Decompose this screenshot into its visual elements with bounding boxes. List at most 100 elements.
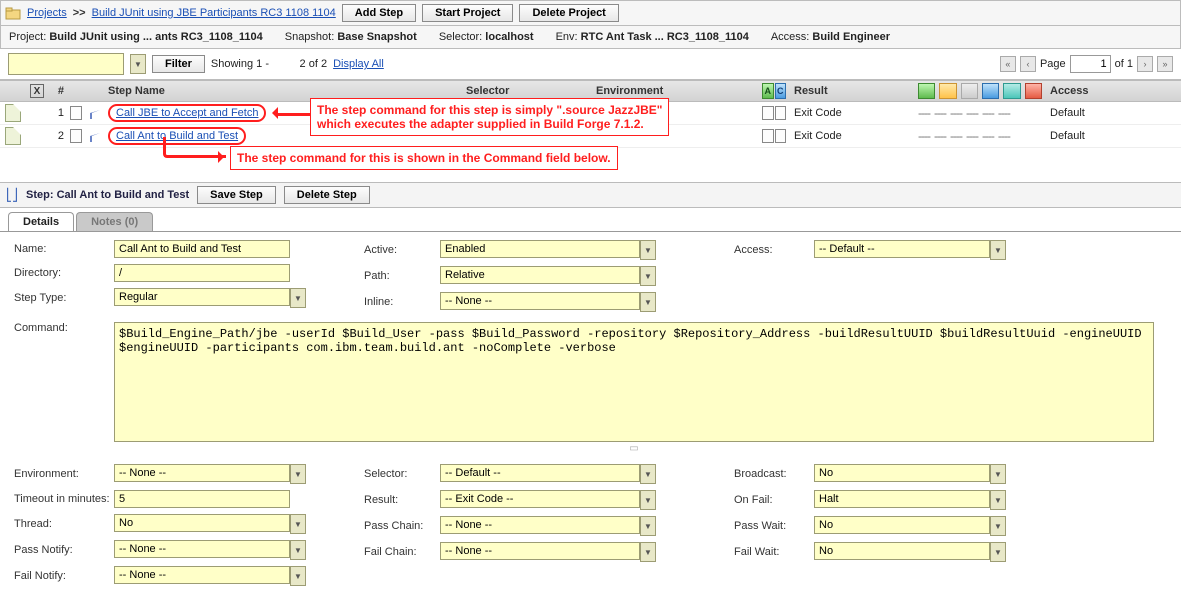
chevron-down-icon[interactable]: ▼: [990, 240, 1006, 260]
row-num: 2: [48, 130, 66, 142]
broadcast-select[interactable]: [814, 464, 990, 482]
chevron-down-icon[interactable]: ▼: [640, 542, 656, 562]
add-step-button[interactable]: Add Step: [342, 4, 416, 22]
dash-icon: ----: [950, 129, 962, 143]
chevron-down-icon[interactable]: ▼: [640, 464, 656, 484]
page-last-button[interactable]: »: [1157, 56, 1173, 72]
hdr-icon-6: [1025, 83, 1042, 99]
row2-status-c[interactable]: [775, 129, 787, 143]
row2-status-a[interactable]: [762, 129, 774, 143]
chevron-down-icon[interactable]: ▼: [290, 288, 306, 308]
result-select[interactable]: [440, 490, 640, 508]
delete-project-button[interactable]: Delete Project: [519, 4, 618, 22]
meta-project-label: Project:: [9, 31, 46, 43]
page-number-input[interactable]: [1070, 55, 1111, 73]
failnotify-label: Fail Notify:: [14, 570, 114, 582]
thread-label: Thread:: [14, 518, 114, 530]
breadcrumb-projects[interactable]: Projects: [27, 7, 67, 19]
chevron-down-icon[interactable]: ▼: [990, 464, 1006, 484]
passchain-select[interactable]: [440, 516, 640, 534]
row1-status-a[interactable]: [762, 106, 774, 120]
meta-env-value: RTC Ant Task ... RC3_1108_1104: [581, 31, 749, 43]
chevron-down-icon[interactable]: ▼: [290, 566, 306, 586]
active-select[interactable]: [440, 240, 640, 258]
row2-result: Exit Code: [790, 130, 914, 142]
chevron-down-icon[interactable]: ▼: [640, 266, 656, 286]
passnotify-select[interactable]: [114, 540, 290, 558]
tab-notes[interactable]: Notes (0): [76, 212, 153, 231]
step-link-row1[interactable]: Call JBE to Accept and Fetch: [108, 104, 266, 122]
meta-snapshot-value: Base Snapshot: [337, 31, 416, 43]
inline-select[interactable]: [440, 292, 640, 310]
meta-access-label: Access:: [771, 31, 810, 43]
col-stepname[interactable]: Step Name: [104, 85, 462, 97]
page-prev-button[interactable]: ‹: [1020, 56, 1036, 72]
col-access[interactable]: Access: [1046, 85, 1146, 97]
env-select[interactable]: [114, 464, 290, 482]
col-result[interactable]: Result: [790, 85, 914, 97]
name-field[interactable]: [114, 240, 290, 258]
directory-field[interactable]: [114, 264, 290, 282]
step-details-form: Name: Directory: Step Type: ▼ Active: ▼ …: [0, 232, 1181, 606]
page-next-button[interactable]: ›: [1137, 56, 1153, 72]
hdr-icon-5: [1003, 83, 1020, 99]
path-select[interactable]: [440, 266, 640, 284]
steptype-select[interactable]: [114, 288, 290, 306]
failchain-select[interactable]: [440, 542, 640, 560]
row1-status-c[interactable]: [775, 106, 787, 120]
chevron-down-icon[interactable]: ▼: [290, 514, 306, 534]
row-checkbox[interactable]: [70, 129, 82, 143]
filter-dropdown-icon[interactable]: ▼: [130, 54, 146, 74]
start-project-button[interactable]: Start Project: [422, 4, 513, 22]
selector-label: Selector:: [364, 468, 440, 480]
doc-icon[interactable]: [5, 127, 21, 145]
chevron-down-icon[interactable]: ▼: [990, 490, 1006, 510]
breadcrumb-separator: >>: [73, 7, 86, 19]
chevron-down-icon[interactable]: ▼: [990, 516, 1006, 536]
directory-label: Directory:: [14, 267, 114, 279]
flag-icon: [90, 107, 100, 119]
onfail-select[interactable]: [814, 490, 990, 508]
chevron-down-icon[interactable]: ▼: [640, 292, 656, 312]
delete-step-button[interactable]: Delete Step: [284, 186, 370, 204]
breadcrumb-current[interactable]: Build JUnit using JBE Participants RC3 1…: [92, 7, 336, 19]
access-select[interactable]: [814, 240, 990, 258]
filter-button[interactable]: Filter: [152, 55, 205, 73]
col-selector[interactable]: Selector: [462, 85, 592, 97]
doc-icon[interactable]: [5, 104, 21, 122]
display-all-link[interactable]: Display All: [333, 58, 384, 70]
page-first-button[interactable]: «: [1000, 56, 1016, 72]
passwait-select[interactable]: [814, 516, 990, 534]
filter-input[interactable]: [8, 53, 124, 75]
timeout-field[interactable]: [114, 490, 290, 508]
resize-handle[interactable]: ▭: [114, 443, 1154, 454]
row-checkbox[interactable]: [70, 106, 82, 120]
tab-details[interactable]: Details: [8, 212, 74, 231]
chevron-down-icon[interactable]: ▼: [640, 490, 656, 510]
row1-result: Exit Code: [790, 107, 914, 119]
failnotify-select[interactable]: [114, 566, 290, 584]
chevron-down-icon[interactable]: ▼: [990, 542, 1006, 562]
path-label: Path:: [364, 270, 440, 282]
chevron-down-icon[interactable]: ▼: [640, 516, 656, 536]
failchain-label: Fail Chain:: [364, 546, 440, 558]
chevron-down-icon[interactable]: ▼: [640, 240, 656, 260]
row2-access: Default: [1046, 130, 1146, 142]
failwait-select[interactable]: [814, 542, 990, 560]
timeout-label: Timeout in minutes:: [14, 493, 114, 505]
chevron-down-icon[interactable]: ▼: [290, 540, 306, 560]
save-step-button[interactable]: Save Step: [197, 186, 276, 204]
meta-access-value: Build Engineer: [812, 31, 890, 43]
thread-select[interactable]: [114, 514, 290, 532]
meta-selector-label: Selector:: [439, 31, 482, 43]
passnotify-label: Pass Notify:: [14, 544, 114, 556]
chevron-down-icon[interactable]: ▼: [290, 464, 306, 484]
selector-select[interactable]: [440, 464, 640, 482]
select-all-checkbox[interactable]: X: [30, 84, 44, 98]
page-of-label: of 1: [1115, 58, 1133, 70]
col-environment[interactable]: Environment: [592, 85, 758, 97]
dash-icon: ----: [950, 106, 962, 120]
command-textarea[interactable]: [114, 322, 1154, 442]
dash-icon: ----: [934, 106, 946, 120]
annotation-arrow-2: [163, 137, 226, 158]
